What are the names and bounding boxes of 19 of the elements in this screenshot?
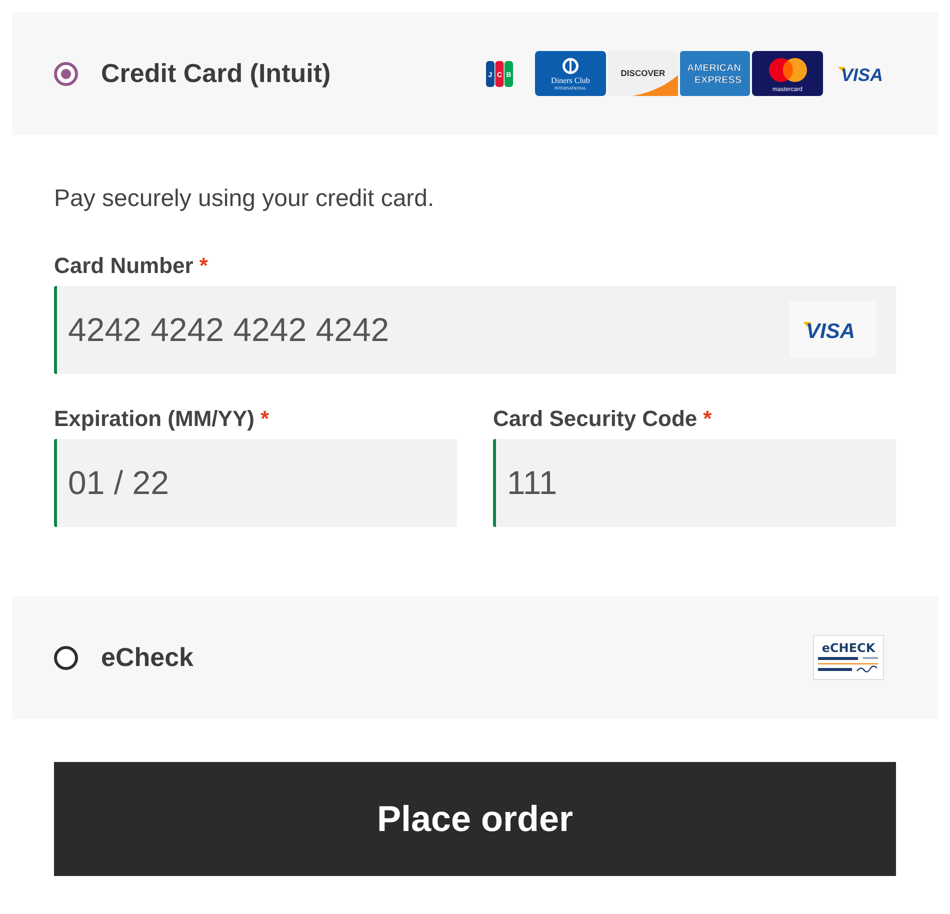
security-code-field[interactable]: 111 [493, 439, 896, 527]
required-asterisk: * [260, 405, 270, 433]
required-asterisk: * [199, 252, 208, 280]
radio-button[interactable] [54, 646, 78, 670]
echeck-logo: eCHECK [813, 635, 884, 680]
discover-logo: DISCOVER [608, 51, 678, 96]
visa-logo: VISA [789, 301, 876, 358]
expiration-field[interactable]: 01 / 22 [54, 439, 457, 527]
payment-method-label: eCheck [101, 642, 194, 673]
radio-button[interactable] [54, 62, 78, 86]
place-order-button[interactable]: Place order [54, 762, 896, 876]
payment-description: Pay securely using your credit card. [54, 184, 436, 214]
visa-logo: VISA [838, 64, 884, 84]
field-label: Card Number [54, 252, 194, 280]
required-asterisk: * [703, 405, 712, 433]
field-label: Expiration (MM/YY) [54, 405, 254, 433]
amex-logo: AMERICAN EXPRESS [680, 51, 750, 96]
payment-method-label: Credit Card (Intuit) [101, 58, 331, 89]
field-label: Card Security Code [493, 405, 698, 433]
